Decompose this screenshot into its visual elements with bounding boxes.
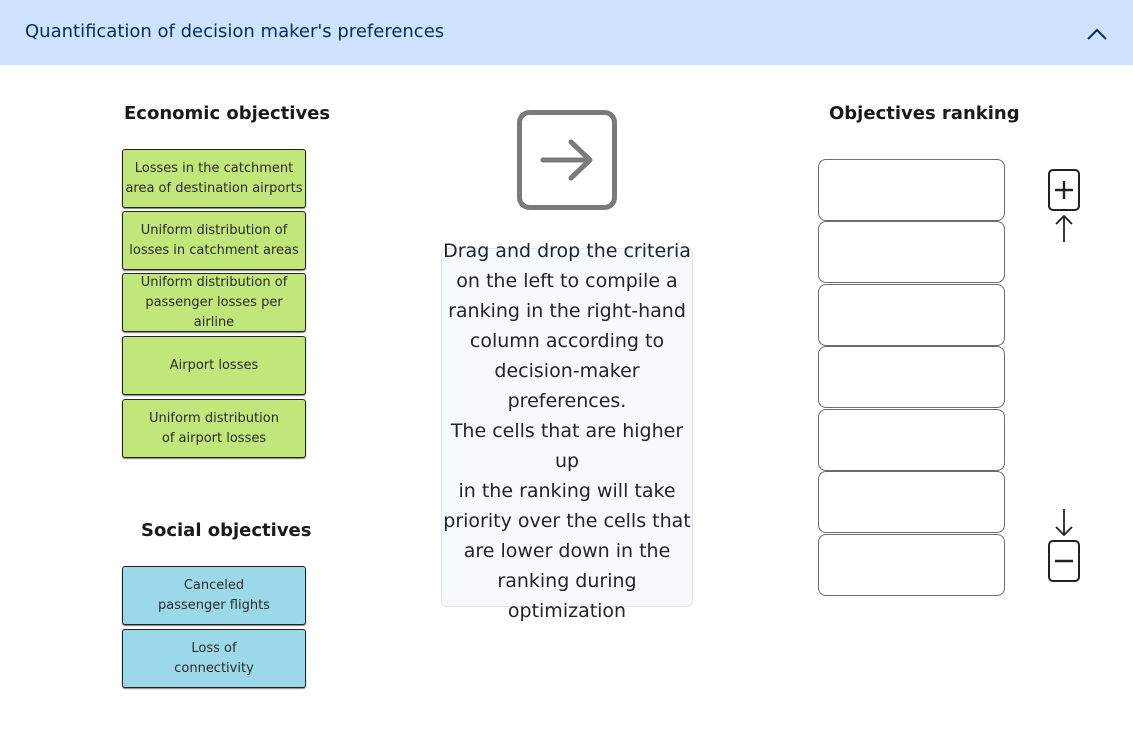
ranking-slot[interactable] xyxy=(818,159,1005,221)
ranking-slot[interactable] xyxy=(818,221,1005,283)
instructions-panel: Drag and drop the criteria on the left t… xyxy=(441,240,693,622)
objective-card-economic[interactable]: Uniform distribution of airport losses xyxy=(122,399,306,458)
chevron-up-icon[interactable] xyxy=(1084,22,1110,44)
objective-card-social[interactable]: Loss of connectivity xyxy=(122,629,306,688)
social-objectives-title: Social objectives xyxy=(141,520,312,541)
objective-label: Airport losses xyxy=(169,357,259,373)
plus-arrow-up-icon[interactable] xyxy=(1046,168,1082,244)
accordion-title: Quantification of decision maker's prefe… xyxy=(25,21,445,42)
objective-card-economic[interactable]: Losses in the catchment area of destinat… xyxy=(122,149,306,208)
objective-label: Canceled passenger flights xyxy=(158,577,270,613)
minus-arrow-down-icon[interactable] xyxy=(1046,507,1082,583)
objective-label: Uniform distribution of passenger losses… xyxy=(140,274,288,330)
objective-label: Uniform distribution of losses in catchm… xyxy=(129,222,299,258)
objective-card-economic[interactable]: Uniform distribution of losses in catchm… xyxy=(122,211,306,270)
ranking-slot[interactable] xyxy=(818,471,1005,533)
ranking-slot[interactable] xyxy=(818,346,1005,408)
objective-label: Loss of connectivity xyxy=(174,640,254,676)
objective-label: Losses in the catchment area of destinat… xyxy=(125,160,303,196)
objective-card-economic[interactable]: Airport losses xyxy=(122,336,306,395)
objective-label: Uniform distribution of airport losses xyxy=(149,410,279,446)
ranking-slot[interactable] xyxy=(818,284,1005,346)
objective-card-economic[interactable]: Uniform distribution of passenger losses… xyxy=(122,273,306,332)
objective-card-social[interactable]: Canceled passenger flights xyxy=(122,566,306,625)
accordion-header[interactable]: Quantification of decision maker's prefe… xyxy=(0,0,1133,65)
arrow-right-square-icon xyxy=(517,110,617,210)
ranking-slot[interactable] xyxy=(818,534,1005,596)
objectives-ranking-title: Objectives ranking xyxy=(829,103,1020,124)
ranking-slot[interactable] xyxy=(818,409,1005,471)
economic-objectives-title: Economic objectives xyxy=(124,103,331,124)
instructions-text: Drag and drop the criteria on the left t… xyxy=(443,239,691,622)
